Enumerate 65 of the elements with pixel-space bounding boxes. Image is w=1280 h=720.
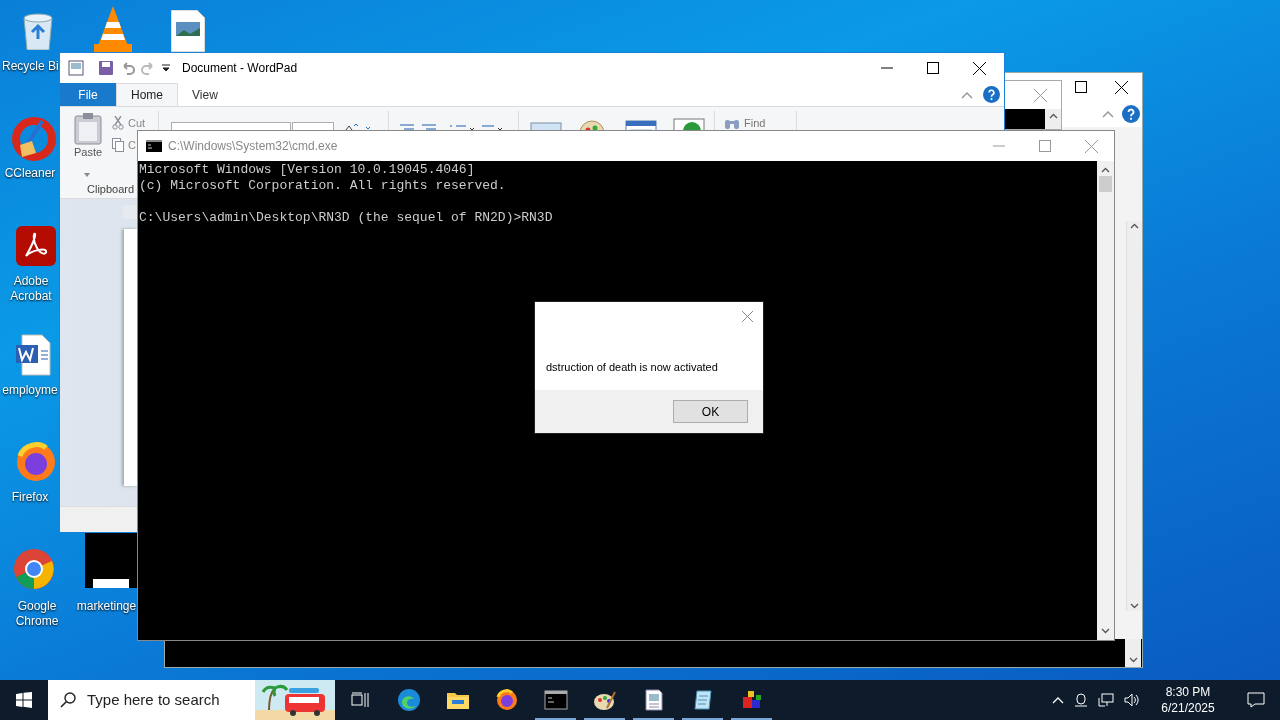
scrollbar[interactable] — [1126, 221, 1142, 611]
icon-label[interactable]: Google Chrome — [6, 599, 68, 629]
icon-label[interactable]: CCleaner — [2, 166, 58, 181]
cut-button[interactable]: Cut — [112, 115, 146, 132]
scissors-icon — [112, 116, 124, 131]
icon-label[interactable]: marketinge — [76, 599, 137, 614]
find-button[interactable]: Find — [724, 115, 766, 132]
app-icon[interactable] — [14, 224, 58, 268]
dialog-message: dstruction of death is now activated — [546, 361, 718, 373]
help-icon[interactable] — [1122, 105, 1140, 123]
meeting-icon[interactable] — [1074, 693, 1088, 707]
window-title: C:\Windows\System32\cmd.exe — [168, 138, 338, 155]
scroll-up-icon[interactable] — [1101, 167, 1110, 173]
terminal-icon[interactable] — [146, 140, 162, 152]
console-line: Microsoft Windows [Version 10.0.19045.4046] — [139, 162, 475, 178]
speech-bubble-icon — [1247, 692, 1265, 708]
copy-icon — [112, 138, 124, 153]
maximize-icon[interactable] — [1075, 81, 1087, 93]
paste-button[interactable]: Paste — [68, 113, 108, 171]
scrollbar[interactable] — [1097, 161, 1114, 640]
icon-label[interactable]: Firefox — [2, 490, 58, 505]
icon-label[interactable]: employme — [2, 383, 58, 398]
app-icon — [494, 688, 519, 712]
maximize-icon[interactable] — [927, 62, 939, 74]
clipboard-icon — [74, 113, 102, 145]
save-icon[interactable] — [98, 60, 114, 76]
windows-logo-icon — [16, 692, 32, 708]
clock[interactable]: 8:30 PM 6/21/2025 — [1150, 684, 1226, 716]
scrollbar[interactable] — [1125, 639, 1141, 667]
app-icon — [396, 688, 421, 712]
window-title: Document - WordPad — [182, 60, 298, 77]
scrollbar[interactable] — [1045, 109, 1061, 129]
search-icon — [60, 692, 76, 708]
icon-label[interactable]: Adobe Acrobat — [4, 274, 58, 304]
scroll-up-icon[interactable] — [1130, 223, 1139, 229]
scrollbar-thumb[interactable] — [1099, 176, 1112, 192]
scroll-down-icon[interactable] — [1128, 657, 1138, 663]
app-icon — [543, 688, 568, 712]
group-label: Clipboard — [87, 183, 135, 195]
close-icon[interactable] — [973, 61, 986, 75]
undo-icon[interactable] — [120, 60, 136, 76]
ribbon-tab[interactable]: View — [178, 83, 232, 106]
close-icon[interactable] — [1115, 80, 1128, 94]
app-icon[interactable] — [12, 117, 58, 163]
help-icon[interactable] — [983, 86, 1000, 103]
search-field[interactable]: Type here to search — [87, 688, 255, 712]
ribbon-tab[interactable]: Home — [116, 83, 178, 106]
traffic-cone-icon[interactable] — [92, 6, 134, 52]
ruler — [123, 205, 137, 219]
network-icon[interactable] — [1098, 693, 1114, 707]
console-line: C:\Users\admin\Desktop\RN3D (the sequel of RN2D)>RN3D — [139, 210, 553, 226]
copy-button[interactable]: C — [112, 137, 136, 154]
ok-button[interactable]: OK — [673, 400, 748, 423]
ribbon-tab[interactable]: File — [60, 83, 116, 106]
dropdown-icon[interactable] — [162, 64, 170, 72]
console-line: (c) Microsoft Corporation. All rights reserved. — [139, 178, 506, 194]
icon-label[interactable]: Recycle Bi — [2, 59, 58, 74]
document-thumbnail-icon[interactable] — [85, 533, 137, 588]
task-view-icon — [351, 692, 369, 708]
scroll-down-icon[interactable] — [1130, 603, 1139, 609]
search-bar[interactable]: Type here to search — [48, 680, 335, 720]
image-file-icon[interactable] — [171, 10, 205, 52]
volume-icon[interactable] — [1124, 693, 1140, 707]
scroll-up-icon[interactable] — [1048, 113, 1058, 119]
scroll-down-icon[interactable] — [1101, 628, 1110, 634]
